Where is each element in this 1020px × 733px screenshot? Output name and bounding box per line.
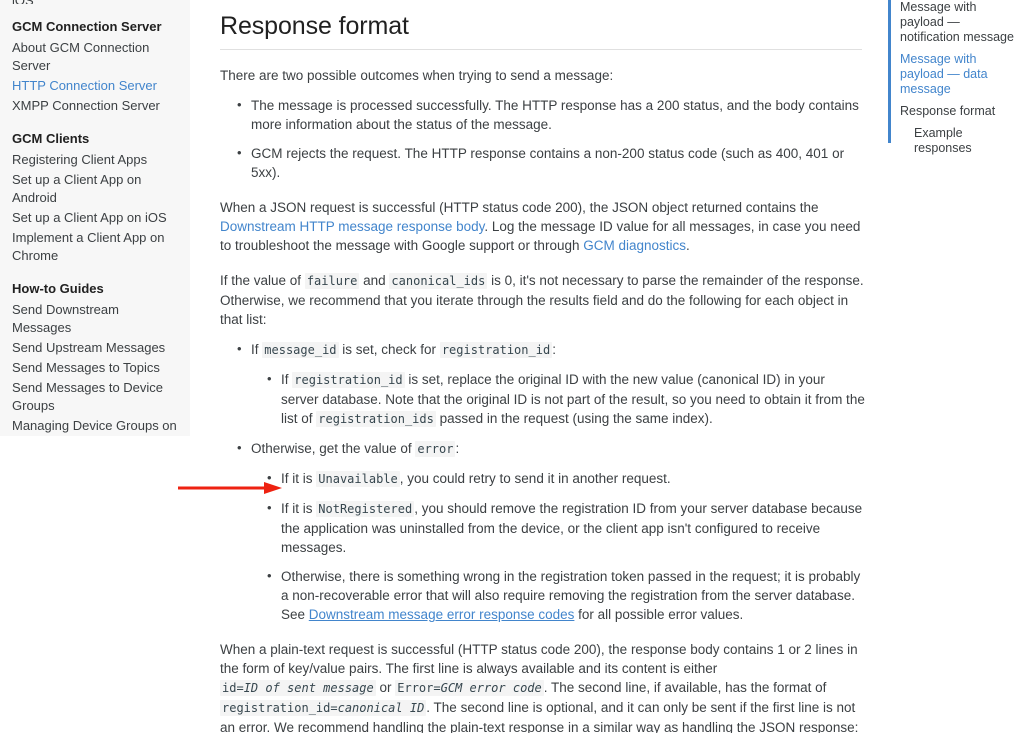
code-registration-id: registration_id xyxy=(439,342,553,358)
sidebar-item-client-app-android[interactable]: Set up a Client App on Android xyxy=(12,170,178,208)
list-item: Otherwise, get the value of error: If it… xyxy=(237,438,865,624)
left-sidebar-nav: iOS GCM Connection Server About GCM Conn… xyxy=(0,0,190,436)
sidebar-group-gcm-connection-server: GCM Connection Server xyxy=(12,19,162,34)
toc-item-message-with-payload-data-message[interactable]: Message with payload — data message xyxy=(900,52,1018,97)
text-run: If xyxy=(281,372,293,387)
sidebar-item-xmpp-connection-server[interactable]: XMPP Connection Server xyxy=(12,96,178,116)
page-title: Response format xyxy=(220,12,409,40)
text-run: for all possible error values. xyxy=(574,607,744,622)
sidebar-item-send-downstream-messages[interactable]: Send Downstream Messages xyxy=(12,300,178,338)
sidebar-item-ios[interactable]: iOS xyxy=(12,0,178,4)
text-run: , you could retry to send it in another … xyxy=(399,471,671,486)
text-run: : xyxy=(455,441,460,456)
text-run: GCM error code xyxy=(440,681,542,695)
sidebar-item-client-app-chrome[interactable]: Implement a Client App on Chrome xyxy=(12,228,178,266)
json-error-sublist: If it is Unavailable, you could retry to… xyxy=(251,468,865,624)
text-run: and xyxy=(359,273,390,288)
sidebar-group-gcm-clients: GCM Clients xyxy=(12,131,90,146)
text-run: canonical ID xyxy=(337,701,425,715)
outcomes-list: The message is processed successfully. T… xyxy=(220,95,865,182)
code-registration-id-canonical-id: registration_id=canonical ID xyxy=(220,700,427,716)
list-item: If registration_id is set, replace the o… xyxy=(267,369,865,429)
list-item: If it is NotRegistered, you should remov… xyxy=(267,498,865,557)
sidebar-item-client-app-ios[interactable]: Set up a Client App on iOS xyxy=(12,208,178,228)
list-item: The message is processed successfully. T… xyxy=(237,95,865,134)
sidebar-item-send-upstream-messages[interactable]: Send Upstream Messages xyxy=(12,338,178,358)
code-registration-ids: registration_ids xyxy=(316,411,436,427)
documentation-page: iOS GCM Connection Server About GCM Conn… xyxy=(0,0,1020,733)
code-failure: failure xyxy=(304,273,360,289)
sidebar-item-http-connection-server[interactable]: HTTP Connection Server xyxy=(12,76,178,96)
code-unavailable: Unavailable xyxy=(316,471,400,487)
json-response-list: If message_id is set, check for registra… xyxy=(220,339,865,624)
text-run: registration_id= xyxy=(222,701,338,715)
code-error: error xyxy=(415,441,456,457)
toc-item-response-format[interactable]: Response format xyxy=(900,104,1018,119)
code-registration-id: registration_id xyxy=(292,372,405,388)
json-success-paragraph: When a JSON request is successful (HTTP … xyxy=(220,198,865,255)
text-run: is set, check for xyxy=(338,342,440,357)
sidebar-item-send-messages-to-device-groups[interactable]: Send Messages to Device Groups xyxy=(12,378,178,416)
text-run: id= xyxy=(222,681,244,695)
link-downstream-message-error-response-codes[interactable]: Downstream message error response codes xyxy=(309,607,575,622)
code-error-gcm-error-code: Error=GCM error code xyxy=(395,680,544,696)
sidebar-item-about-gcm-connection-server[interactable]: About GCM Connection Server xyxy=(12,38,178,76)
link-downstream-http-message-response-body[interactable]: Downstream HTTP message response body xyxy=(220,219,484,234)
text-run: Error= xyxy=(397,681,441,695)
text-run: or xyxy=(375,680,396,695)
list-item: GCM rejects the request. The HTTP respon… xyxy=(237,143,865,182)
text-run: . The second line, if available, has the… xyxy=(543,680,827,695)
code-canonical-ids: canonical_ids xyxy=(389,273,488,289)
text-run: ID of sent message xyxy=(243,681,374,695)
text-run: passed in the request (using the same in… xyxy=(435,411,713,426)
failure-paragraph: If the value of failure and canonical_id… xyxy=(220,271,865,329)
list-item: If it is Unavailable, you could retry to… xyxy=(267,468,865,489)
code-id-sent-message: id=ID of sent message xyxy=(220,680,376,696)
toc-item-example-responses[interactable]: Example responses xyxy=(902,126,1018,156)
sidebar-item-send-messages-to-topics[interactable]: Send Messages to Topics xyxy=(12,358,178,378)
code-notregistered: NotRegistered xyxy=(316,501,415,517)
list-item: If message_id is set, check for registra… xyxy=(237,339,865,429)
json-response-sublist: If registration_id is set, replace the o… xyxy=(251,369,865,429)
toc-item-message-with-payload-notification-message[interactable]: Message with payload — notification mess… xyxy=(900,0,1018,45)
table-of-contents: Message with payload — notification mess… xyxy=(888,0,1018,163)
text-run: Otherwise, get the value of xyxy=(251,441,416,456)
text-run: When a JSON request is successful (HTTP … xyxy=(220,200,819,215)
intro-paragraph: There are two possible outcomes when try… xyxy=(220,68,614,83)
text-run: : xyxy=(552,342,556,357)
list-item: Otherwise, there is something wrong in t… xyxy=(267,566,865,624)
sidebar-item-registering-client-apps[interactable]: Registering Client Apps xyxy=(12,150,178,170)
text-run: If it is xyxy=(281,501,317,516)
text-run: . xyxy=(686,238,690,253)
main-content: Response format There are two possible o… xyxy=(220,0,865,733)
code-message-id: message_id xyxy=(262,342,339,358)
text-run: If it is xyxy=(281,471,317,486)
link-gcm-diagnostics[interactable]: GCM diagnostics xyxy=(583,238,686,253)
title-divider xyxy=(220,49,862,50)
toc-list: Message with payload — notification mess… xyxy=(888,0,1018,156)
sidebar-group-how-to-guides: How-to Guides xyxy=(12,281,104,296)
plaintext-paragraph: When a plain-text request is successful … xyxy=(220,640,865,733)
text-run: If the value of xyxy=(220,273,305,288)
text-run: If xyxy=(251,342,263,357)
text-run: When a plain-text request is successful … xyxy=(220,642,858,676)
sidebar-item-managing-device-groups-android[interactable]: Managing Device Groups on Android xyxy=(12,416,178,436)
toc-accent-bar xyxy=(888,0,891,143)
